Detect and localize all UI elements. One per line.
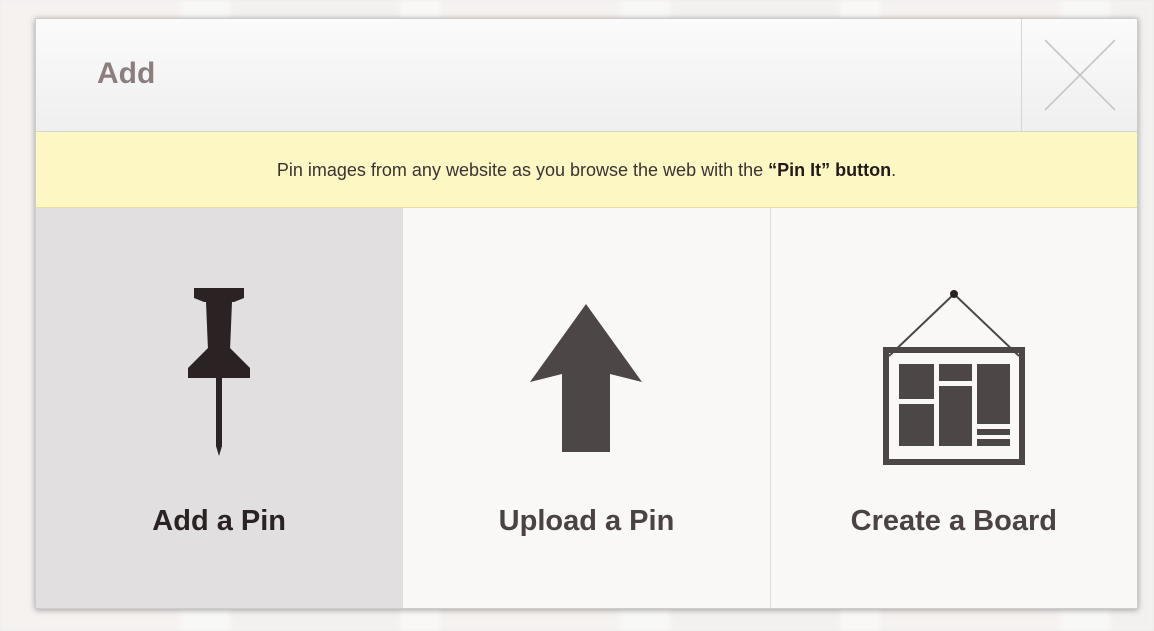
pin-it-notice: Pin images from any website as you brows… — [36, 132, 1137, 208]
create-a-board-label: Create a Board — [850, 505, 1057, 537]
dialog-title: Add — [97, 57, 156, 90]
notice-text: Pin images from any website as you brows… — [276, 160, 769, 180]
upload-arrow-icon — [530, 304, 643, 452]
notice-period: . — [891, 160, 897, 180]
add-a-pin-option[interactable]: Add a Pin — [36, 208, 403, 608]
close-x-icon — [1043, 39, 1116, 111]
add-options: Add a Pin Upload a Pin Create a Board — [36, 208, 1137, 608]
pushpin-icon — [188, 288, 251, 456]
board-icon — [882, 290, 1025, 465]
add-a-pin-label: Add a Pin — [152, 505, 287, 537]
upload-a-pin-option[interactable]: Upload a Pin — [402, 208, 770, 608]
dialog-header: Add — [36, 19, 1137, 132]
close-button[interactable] — [1021, 19, 1137, 131]
pin-it-button-mention: “Pin It” button — [768, 160, 892, 180]
add-dialog: Add Pin images from any website as you b… — [35, 18, 1138, 609]
create-a-board-option[interactable]: Create a Board — [769, 208, 1137, 608]
upload-a-pin-label: Upload a Pin — [498, 505, 675, 537]
